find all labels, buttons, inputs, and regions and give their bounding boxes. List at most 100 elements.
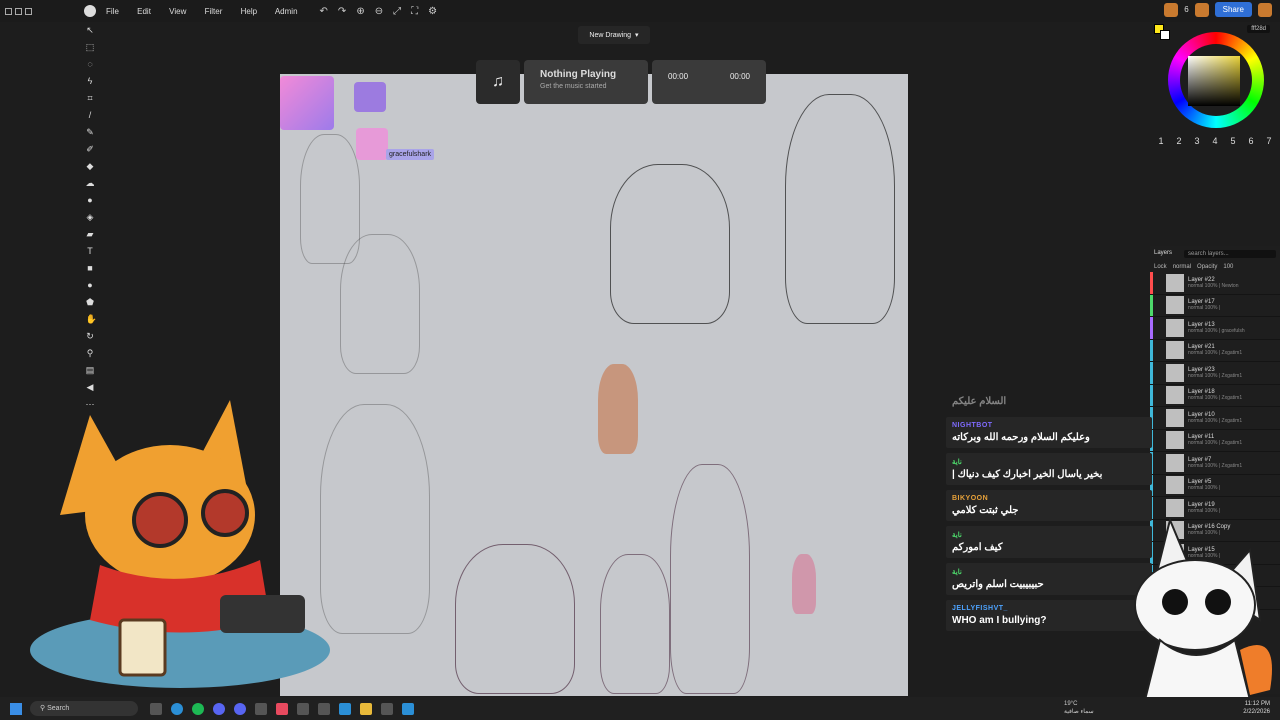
app-icon[interactable] <box>297 702 309 715</box>
brush-slot-1[interactable]: 1 <box>1158 136 1163 146</box>
layer-thumbnail <box>1166 363 1184 382</box>
share-button[interactable]: Share <box>1214 2 1252 17</box>
brush-slot-5[interactable]: 5 <box>1230 136 1235 146</box>
brush-slot-4[interactable]: 4 <box>1212 136 1217 146</box>
hex-color-label[interactable]: fff28d <box>1247 25 1270 33</box>
crop-icon[interactable]: ⌗ <box>86 92 95 104</box>
music-title: Nothing Playing <box>540 69 617 80</box>
move-tool-icon[interactable]: ↖ <box>86 24 95 36</box>
smudge-icon[interactable]: ☁ <box>86 177 95 189</box>
shape-tool-icon[interactable]: ⬟ <box>86 296 95 308</box>
participant-avatar[interactable] <box>280 76 334 130</box>
fullscreen-icon[interactable]: ⛶ <box>411 6 418 17</box>
layer-thumbnail <box>1166 476 1184 495</box>
app-icon[interactable] <box>255 702 267 715</box>
spotify-icon[interactable] <box>192 702 204 715</box>
text-tool-icon[interactable]: T <box>86 245 95 257</box>
undo-icon[interactable]: ↶ <box>320 6 328 17</box>
comment-icon[interactable]: ▤ <box>86 364 95 376</box>
participant-avatar[interactable] <box>354 82 386 112</box>
brush-slot-7[interactable]: 7 <box>1266 136 1271 146</box>
minimize-icon[interactable] <box>5 7 12 15</box>
menu-filter[interactable]: Filter <box>205 7 223 16</box>
music-note-icon[interactable]: ♫ <box>476 60 520 104</box>
brush-icon[interactable]: ✐ <box>86 143 95 155</box>
layer-row[interactable]: Layer #23 normal 100% | Zxgatim1 <box>1150 362 1280 385</box>
discord-icon[interactable] <box>234 702 246 715</box>
layer-row[interactable]: Layer #11 normal 100% | Zxgatim1 <box>1150 429 1280 452</box>
drawing-canvas[interactable] <box>280 74 908 696</box>
user-avatar[interactable] <box>1164 2 1179 17</box>
zoom-in-icon[interactable]: ⊕ <box>356 6 364 17</box>
brush-slot-3[interactable]: 3 <box>1194 136 1199 146</box>
participant-avatar[interactable] <box>356 128 388 160</box>
layer-row[interactable]: Layer #18 normal 100% | Zxgatim1 <box>1150 384 1280 407</box>
app-icon[interactable] <box>402 702 414 715</box>
task-view-icon[interactable] <box>150 702 162 715</box>
app-logo-icon[interactable] <box>84 5 96 17</box>
edge-icon[interactable] <box>171 702 183 715</box>
music-info-panel[interactable]: Nothing Playing Get the music started <box>524 60 648 104</box>
own-avatar[interactable] <box>1258 2 1272 17</box>
saturation-value-square[interactable] <box>1188 56 1240 106</box>
weather-widget[interactable]: 19°C سماء صافية <box>1064 700 1094 716</box>
photos-icon[interactable] <box>339 702 351 715</box>
opacity-value[interactable]: 100 <box>1223 264 1233 270</box>
layer-row[interactable]: Layer #22 normal 100% | Newton <box>1150 272 1280 295</box>
user-avatar[interactable] <box>1194 2 1209 17</box>
discord-icon[interactable] <box>213 702 225 715</box>
layer-row[interactable]: Layer #7 normal 100% | Zxgatim1 <box>1150 452 1280 475</box>
taskbar-search-input[interactable]: ⚲ Search <box>30 701 138 716</box>
fill-icon[interactable]: ◈ <box>86 211 95 223</box>
ellipse-select-icon[interactable]: ◌ <box>86 58 95 70</box>
rectangle-tool-icon[interactable]: ■ <box>86 262 95 274</box>
menu-edit[interactable]: Edit <box>137 7 151 16</box>
hand-tool-icon[interactable]: ✋ <box>86 313 97 325</box>
layer-row[interactable]: Layer #5 normal 100% | <box>1150 474 1280 497</box>
lock-label[interactable]: Lock <box>1154 264 1167 270</box>
zoom-out-icon[interactable]: ⊖ <box>375 6 383 17</box>
redo-icon[interactable]: ↷ <box>338 6 346 17</box>
secondary-color-swatch[interactable] <box>1160 30 1170 40</box>
file-explorer-icon[interactable] <box>360 702 372 715</box>
zoom-tool-icon[interactable]: ⚲ <box>86 347 95 359</box>
brush-slot-6[interactable]: 6 <box>1248 136 1253 146</box>
layer-row[interactable]: Layer #10 normal 100% | Zxgatim1 <box>1150 407 1280 430</box>
menu-bar: File Edit View Filter Help Admin ↶ ↷ ⊕ ⊖… <box>0 0 1280 22</box>
maximize-icon[interactable] <box>15 7 22 15</box>
eyedropper-icon[interactable]: / <box>86 109 95 121</box>
app-icon[interactable] <box>381 702 393 715</box>
rect-select-icon[interactable]: ⬚ <box>86 41 95 53</box>
layer-meta: normal 100% | gracefulsh <box>1188 327 1245 334</box>
menu-view[interactable]: View <box>169 7 186 16</box>
blur-icon[interactable]: ● <box>86 194 95 206</box>
layer-row[interactable]: Layer #21 normal 100% | Zxgatim1 <box>1150 339 1280 362</box>
music-progress-panel[interactable]: 00:00 00:00 <box>652 60 766 104</box>
lasso-icon[interactable]: ϟ <box>86 75 95 87</box>
system-clock[interactable]: 11:12 PM 2/22/2026 <box>1243 700 1270 716</box>
brush-slot-2[interactable]: 2 <box>1176 136 1181 146</box>
eraser-icon[interactable]: ◆ <box>86 160 95 172</box>
layer-thumbnail <box>1166 386 1184 405</box>
settings-icon[interactable]: ⚙ <box>428 6 437 17</box>
layer-owner-color <box>1150 339 1153 361</box>
document-selector[interactable]: New Drawing ▾ <box>578 26 650 44</box>
speaker-icon[interactable]: ◀ <box>86 381 95 393</box>
menu-admin[interactable]: Admin <box>275 7 298 16</box>
menu-file[interactable]: File <box>106 7 119 16</box>
menu-help[interactable]: Help <box>241 7 257 16</box>
fit-icon[interactable]: ⤢ <box>393 6 401 17</box>
pencil-icon[interactable]: ✎ <box>86 126 95 138</box>
app-icon[interactable] <box>318 702 330 715</box>
close-icon[interactable] <box>25 7 32 15</box>
windows-start-icon[interactable] <box>10 702 22 715</box>
rotate-icon[interactable]: ↻ <box>86 330 95 342</box>
layer-row[interactable]: Layer #13 normal 100% | gracefulsh <box>1150 317 1280 340</box>
layer-meta: normal 100% | Zxgatim1 <box>1188 372 1243 379</box>
drawing-app-icon[interactable] <box>276 702 288 715</box>
gradient-icon[interactable]: ▰ <box>86 228 95 240</box>
ellipse-tool-icon[interactable]: ● <box>86 279 95 291</box>
layer-row[interactable]: Layer #17 normal 100% | <box>1150 294 1280 317</box>
blend-mode-select[interactable]: normal <box>1173 264 1191 270</box>
layer-search-input[interactable]: search layers... <box>1184 250 1276 258</box>
